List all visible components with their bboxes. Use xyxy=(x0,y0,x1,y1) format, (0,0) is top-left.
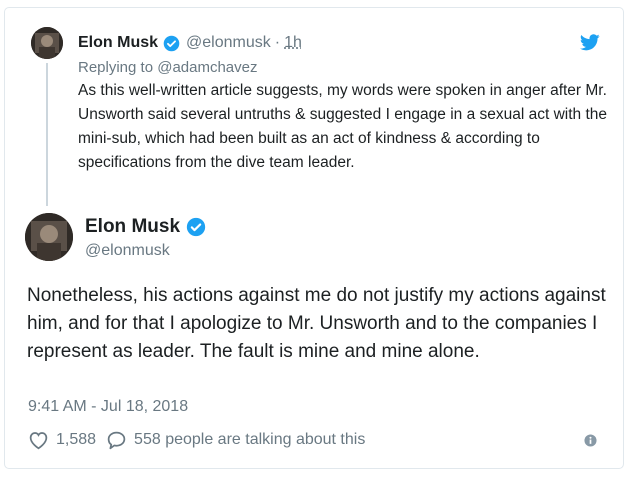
parent-author-name[interactable]: Elon Musk xyxy=(78,34,158,52)
talking-about-link[interactable]: 558 people are talking about this xyxy=(134,431,365,449)
tweet-actions: 1,588 558 people are talking about this xyxy=(28,430,365,450)
speech-bubble-icon[interactable] xyxy=(106,430,127,450)
verified-badge-icon xyxy=(163,35,180,52)
heart-icon[interactable] xyxy=(28,430,49,450)
separator-dot: · xyxy=(274,34,281,51)
like-count[interactable]: 1,588 xyxy=(56,431,96,449)
verified-badge-icon xyxy=(186,217,206,237)
twitter-bird-icon[interactable] xyxy=(580,34,600,51)
parent-author-handle[interactable]: @elonmusk xyxy=(186,34,271,52)
parent-tweet-time[interactable]: 1h xyxy=(284,34,302,52)
parent-tweet-text: As this well-written article suggests, m… xyxy=(78,82,608,171)
author-name-row: Elon Musk xyxy=(85,216,206,238)
parent-tweet-header: Elon Musk @elonmusk · 1h xyxy=(78,33,302,53)
tweet-timestamp[interactable]: 9:41 AM - Jul 18, 2018 xyxy=(28,398,188,416)
author-handle[interactable]: @elonmusk xyxy=(85,242,170,260)
author-name[interactable]: Elon Musk xyxy=(85,216,180,238)
tweet-text: Nonetheless, his actions against me do n… xyxy=(27,285,606,362)
thread-connector-line xyxy=(46,63,48,206)
parent-avatar[interactable] xyxy=(31,27,63,59)
info-icon[interactable] xyxy=(584,434,597,447)
author-avatar[interactable] xyxy=(25,213,73,261)
reply-context[interactable]: Replying to @adamchavez xyxy=(78,59,258,76)
